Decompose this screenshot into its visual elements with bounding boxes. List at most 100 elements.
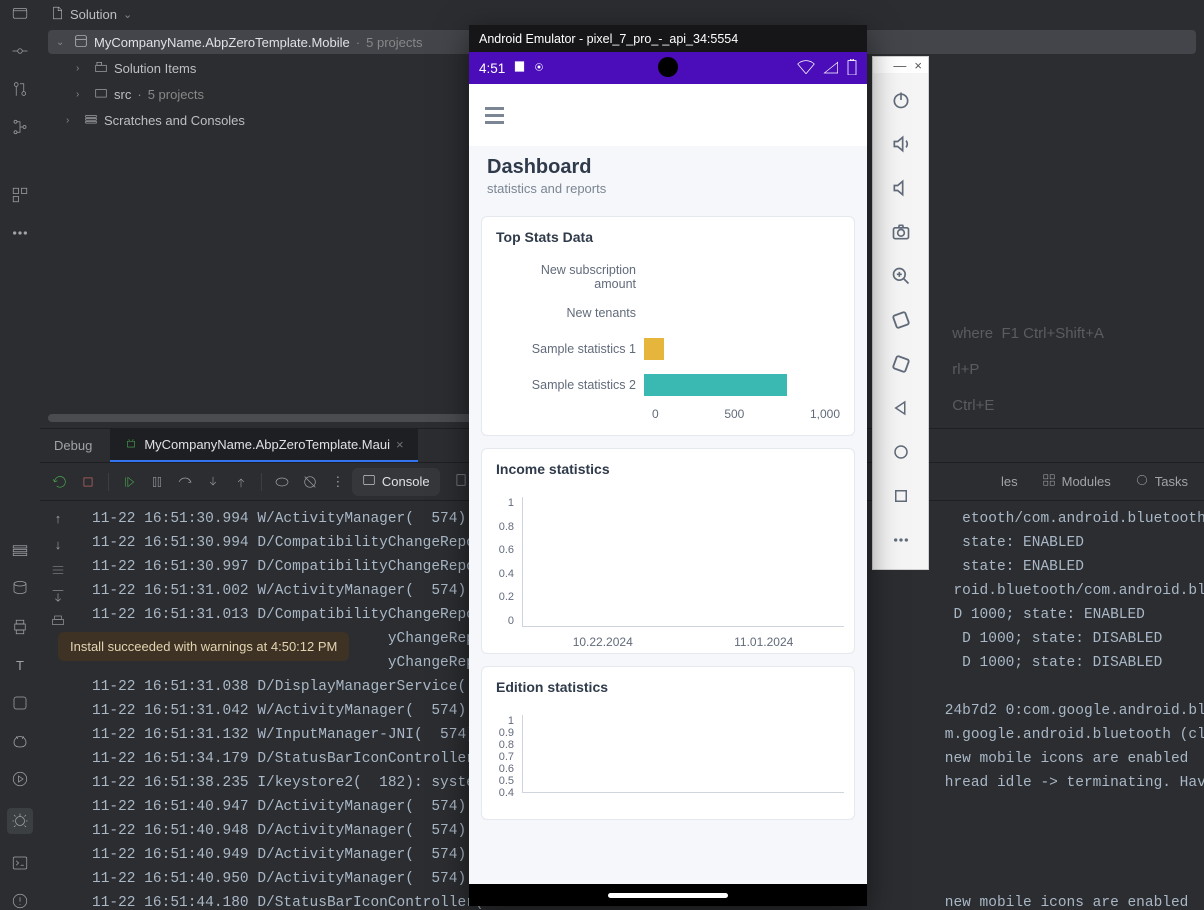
camera-icon[interactable] — [890, 221, 912, 243]
edition-line-chart: 1 0.9 0.8 0.7 0.6 0.5 0.4 — [482, 703, 854, 819]
cat-icon[interactable] — [11, 732, 29, 750]
notification-icon-2 — [532, 60, 546, 77]
card-title: Top Stats Data — [482, 217, 854, 253]
print-icon[interactable] — [49, 613, 67, 631]
tab-run-config[interactable]: MyCompanyName.AbpZeroTemplate.Maui × — [110, 429, 417, 462]
dot: · — [137, 87, 141, 102]
wifi-icon — [797, 60, 815, 77]
sub-tab-les[interactable]: les — [991, 468, 1028, 496]
y-tick: 0.2 — [488, 591, 514, 603]
problems-icon[interactable] — [11, 892, 29, 910]
hbar-row: Sample statistics 1 — [496, 331, 840, 367]
wrap-icon[interactable] — [49, 561, 67, 579]
separator — [108, 473, 109, 491]
plot-area — [522, 497, 844, 627]
rotate-left-icon[interactable] — [890, 309, 912, 331]
sub-tab-modules[interactable]: Modules — [1032, 468, 1121, 496]
toast-notification: Install succeeded with warnings at 4:50:… — [58, 632, 349, 661]
step-into-icon[interactable] — [199, 468, 227, 496]
page-subtitle: statistics and reports — [487, 181, 849, 196]
status-right — [797, 59, 857, 78]
stop-icon[interactable] — [74, 468, 102, 496]
chevron-right-icon[interactable]: › — [76, 63, 88, 74]
card-title: Income statistics — [482, 449, 854, 485]
close-icon[interactable]: × — [396, 437, 404, 452]
home-icon[interactable] — [890, 441, 912, 463]
chevron-right-icon[interactable]: › — [76, 89, 88, 100]
folder-icon — [94, 86, 108, 103]
up-icon[interactable]: ↑ — [49, 509, 67, 527]
db-icon[interactable] — [11, 580, 29, 598]
app-body[interactable]: Dashboard statistics and reports Top Sta… — [469, 146, 867, 906]
scratch-icon — [84, 112, 98, 129]
folder-icon[interactable] — [11, 4, 29, 22]
step-over-icon[interactable] — [171, 468, 199, 496]
commit-icon[interactable] — [11, 42, 29, 60]
volume-down-icon[interactable] — [890, 177, 912, 199]
hbar-bar — [644, 338, 664, 360]
tab-label: Modules — [1062, 474, 1111, 489]
hamburger-menu-icon[interactable] — [485, 107, 504, 124]
solution-label[interactable]: Solution — [70, 7, 117, 22]
down-icon[interactable]: ↓ — [49, 535, 67, 553]
chevron-down-icon[interactable]: ⌄ — [123, 8, 132, 21]
close-icon[interactable]: × — [914, 58, 922, 73]
tool-windows-icon[interactable] — [11, 186, 29, 204]
text-icon[interactable]: T — [11, 656, 29, 674]
rerun-icon[interactable] — [46, 468, 74, 496]
volume-up-icon[interactable] — [890, 133, 912, 155]
pull-requests-icon[interactable] — [11, 80, 29, 98]
android-icon — [124, 436, 138, 453]
shortcut: Ctrl+E — [952, 397, 994, 414]
stack-icon[interactable] — [11, 542, 29, 560]
box-icon[interactable] — [11, 694, 29, 712]
structure-icon[interactable] — [11, 118, 29, 136]
mute-breakpoints-icon[interactable] — [296, 468, 324, 496]
x-tick: 1,000 — [810, 407, 840, 421]
resume-icon[interactable] — [115, 468, 143, 496]
minimize-icon[interactable]: — — [893, 58, 906, 73]
chevron-down-icon[interactable]: ⌄ — [56, 37, 68, 48]
hbar-row: Sample statistics 2 — [496, 367, 840, 403]
android-emulator: Android Emulator - pixel_7_pro_-_api_34:… — [469, 25, 867, 906]
shortcut: rl+P — [952, 361, 979, 378]
tree-suffix: 5 projects — [148, 87, 204, 102]
bug-icon[interactable] — [7, 808, 33, 834]
print-icon[interactable] — [11, 618, 29, 636]
emulator-titlebar[interactable]: Android Emulator - pixel_7_pro_-_api_34:… — [469, 25, 867, 52]
x-tick: 500 — [724, 407, 744, 421]
terminal-icon[interactable] — [11, 854, 29, 872]
more-icon[interactable] — [890, 529, 912, 551]
hbar-track — [644, 374, 840, 396]
evaluate-icon[interactable] — [268, 468, 296, 496]
sub-tab-tasks[interactable]: Tasks — [1125, 468, 1198, 496]
power-icon[interactable] — [890, 89, 912, 111]
y-tick: 0.4 — [488, 568, 514, 580]
android-gesture-bar[interactable] — [469, 884, 867, 906]
x-tick: 11.01.2024 — [734, 635, 793, 649]
emulator-controls-titlebar[interactable]: — × — [873, 57, 928, 73]
play-circle-icon[interactable] — [11, 770, 29, 788]
document-icon — [454, 473, 468, 490]
back-icon[interactable] — [890, 397, 912, 419]
tab-label: Debug — [54, 438, 92, 453]
dashboard-header: Dashboard statistics and reports — [469, 146, 867, 204]
y-tick: 0 — [488, 615, 514, 627]
zoom-icon[interactable] — [890, 265, 912, 287]
shortcut: F1 Ctrl+Shift+A — [1001, 325, 1104, 342]
step-out-icon[interactable] — [227, 468, 255, 496]
hbar-label: New subscription amount — [496, 263, 644, 291]
rotate-right-icon[interactable] — [890, 353, 912, 375]
pause-icon[interactable] — [143, 468, 171, 496]
project-root-label: MyCompanyName.AbpZeroTemplate.Mobile — [94, 35, 350, 50]
scroll-end-icon[interactable] — [49, 587, 67, 605]
more-icon[interactable]: ⋮ — [324, 468, 352, 496]
overview-icon[interactable] — [890, 485, 912, 507]
sub-tab-console[interactable]: Console — [352, 468, 440, 496]
chevron-right-icon[interactable]: › — [66, 115, 78, 126]
more-icon[interactable] — [11, 224, 29, 242]
background-hints: where F1 Ctrl+Shift+A rl+P Ctrl+E — [952, 316, 1204, 424]
signal-icon — [823, 60, 839, 77]
tab-debug[interactable]: Debug — [40, 429, 110, 462]
notification-icon — [513, 60, 526, 76]
